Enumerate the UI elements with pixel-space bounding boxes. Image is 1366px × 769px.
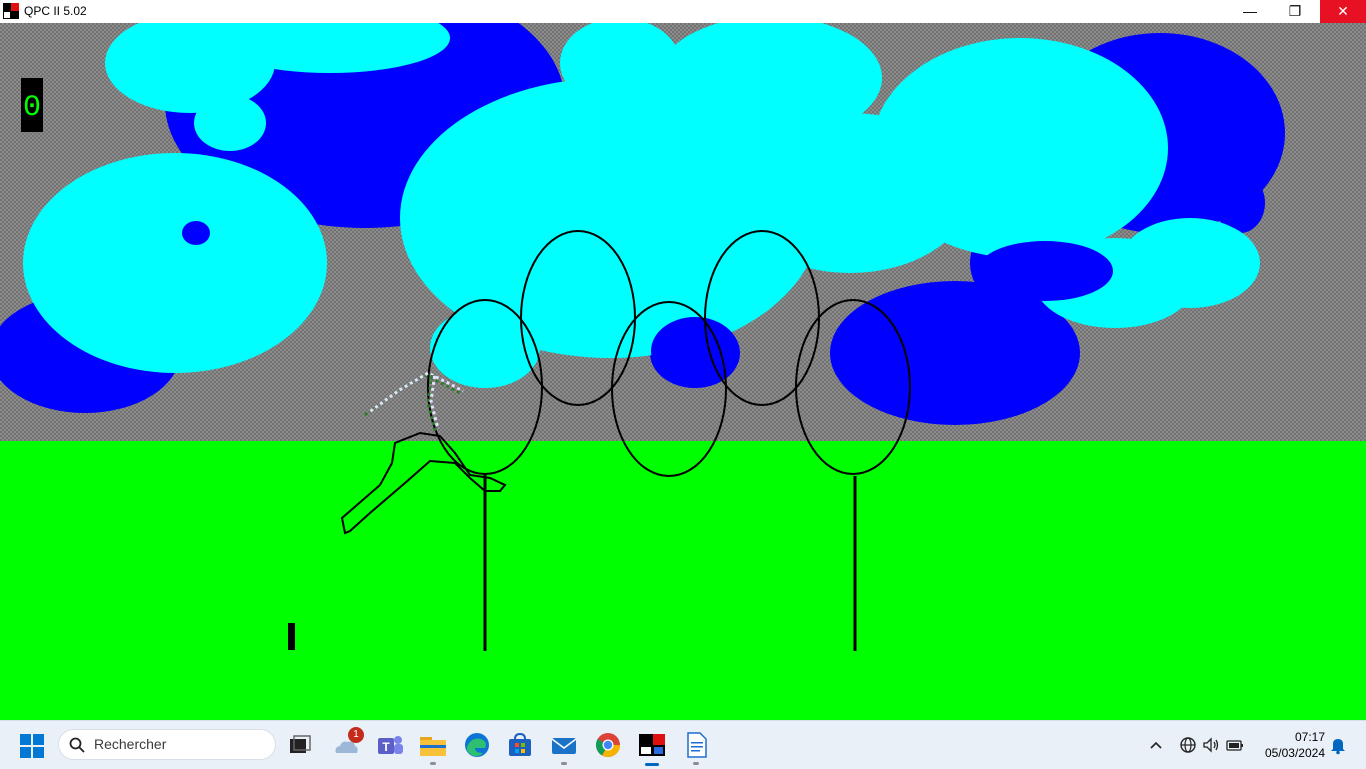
- clock-time: 07:17: [1294, 730, 1325, 744]
- windows-start-icon[interactable]: [20, 734, 44, 758]
- running-indicator: [693, 762, 699, 765]
- onedrive-button[interactable]: 1: [330, 727, 364, 761]
- title-bar: QPC II 5.02 — ❐ ✕: [0, 0, 1366, 24]
- writer-button[interactable]: [680, 729, 712, 765]
- store-icon: [509, 732, 531, 756]
- document-icon: [687, 732, 707, 758]
- onedrive-badge: 1: [348, 727, 364, 743]
- close-button[interactable]: ✕: [1320, 0, 1366, 23]
- teams-button[interactable]: T: [374, 729, 406, 761]
- chrome-icon: [595, 733, 620, 758]
- file-explorer-button[interactable]: [417, 729, 449, 765]
- edge-icon: [465, 733, 489, 757]
- running-indicator: [561, 762, 567, 765]
- notification-bell-icon[interactable]: [1328, 735, 1348, 755]
- minimize-button[interactable]: —: [1227, 0, 1273, 23]
- task-view-icon: [290, 735, 311, 753]
- volume-icon[interactable]: [1201, 735, 1221, 755]
- search-icon: [69, 737, 85, 753]
- search-placeholder: Rechercher: [94, 736, 167, 752]
- qpc-taskbar-button[interactable]: [636, 729, 668, 766]
- chevron-up-icon[interactable]: [1146, 735, 1166, 755]
- game-scene: 0: [0, 23, 1366, 720]
- active-indicator: [645, 763, 659, 766]
- running-indicator: [430, 762, 436, 765]
- taskbar-search[interactable]: Rechercher: [58, 729, 276, 760]
- task-view-button[interactable]: [284, 729, 316, 761]
- globe-icon[interactable]: [1178, 735, 1198, 755]
- taskbar: Rechercher 1 T 07:17 05/03/2024: [0, 720, 1366, 769]
- chrome-button[interactable]: [592, 729, 624, 761]
- game-canvas[interactable]: 0: [0, 23, 1366, 720]
- mail-icon: [551, 738, 577, 754]
- qpc-icon: [639, 734, 665, 756]
- edge-button[interactable]: [461, 729, 493, 761]
- battery-icon[interactable]: [1225, 735, 1245, 755]
- store-button[interactable]: [504, 729, 536, 761]
- taskbar-clock[interactable]: 07:17 05/03/2024: [1255, 729, 1325, 761]
- clock-date: 05/03/2024: [1264, 746, 1325, 760]
- qpc-app-icon: [3, 3, 19, 19]
- folder-icon: [420, 737, 446, 756]
- restore-button[interactable]: ❐: [1272, 0, 1318, 23]
- mail-button[interactable]: [548, 729, 580, 765]
- ground-marker: [288, 623, 295, 650]
- teams-icon: T: [378, 736, 403, 754]
- window-title: QPC II 5.02: [24, 4, 87, 18]
- score-display: 0: [21, 78, 43, 132]
- score-text: 0: [23, 91, 41, 125]
- svg-text:T: T: [382, 740, 390, 754]
- ground: [0, 441, 1366, 720]
